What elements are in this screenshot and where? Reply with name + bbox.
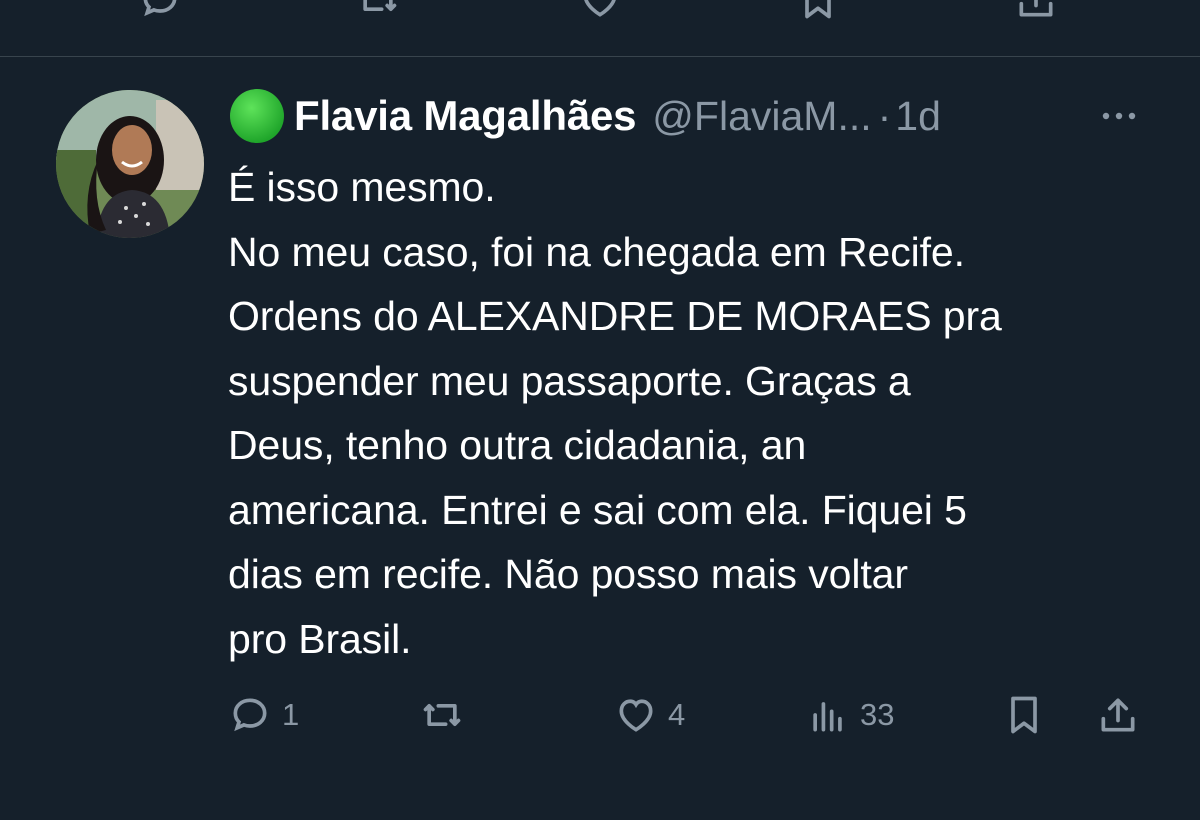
analytics-icon xyxy=(806,693,850,737)
like-button[interactable]: 4 xyxy=(614,690,685,740)
tweet-actions: 1 4 33 xyxy=(0,690,1200,740)
like-count: 4 xyxy=(668,697,686,732)
author-name[interactable]: Flavia Magalhães xyxy=(294,92,636,140)
retweet-icon[interactable] xyxy=(356,0,400,22)
share-button[interactable] xyxy=(1096,690,1140,740)
avatar[interactable] xyxy=(56,90,204,238)
bookmark-button[interactable] xyxy=(1002,690,1046,740)
tweet-text: É isso mesmo. No meu caso, foi na chegad… xyxy=(228,164,1002,662)
tweet-divider xyxy=(0,56,1200,57)
tweet-time[interactable]: 1d xyxy=(895,93,941,140)
author-handle[interactable]: @FlaviaM... xyxy=(652,93,871,140)
reply-button[interactable]: 1 xyxy=(228,690,299,740)
views-count: 33 xyxy=(860,697,895,732)
more-options-icon[interactable] xyxy=(1094,96,1144,136)
views-button[interactable]: 33 xyxy=(806,690,894,740)
reply-count: 1 xyxy=(282,697,300,732)
separator-dot: · xyxy=(877,92,892,139)
green-circle-icon xyxy=(228,87,286,145)
previous-tweet-actions xyxy=(0,0,1200,56)
bookmark-icon xyxy=(1002,693,1046,737)
share-icon xyxy=(1096,693,1140,737)
reply-icon xyxy=(228,693,272,737)
reply-icon[interactable] xyxy=(138,0,182,22)
retweet-button[interactable] xyxy=(420,690,474,740)
like-icon[interactable] xyxy=(578,0,622,22)
retweet-icon xyxy=(420,693,464,737)
share-icon[interactable] xyxy=(1014,0,1058,22)
tweet-header: Flavia Magalhães @FlaviaM... · 1d xyxy=(228,88,941,144)
like-icon xyxy=(614,693,658,737)
bookmark-icon[interactable] xyxy=(796,0,840,22)
